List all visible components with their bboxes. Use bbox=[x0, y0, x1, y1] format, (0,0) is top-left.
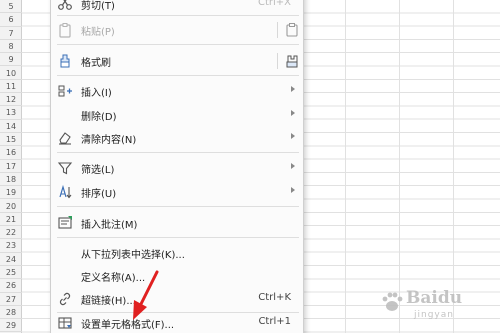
delete-label: 删除(D) bbox=[81, 112, 117, 123]
cut-label: 剪切(T) bbox=[81, 1, 115, 12]
row-number[interactable]: 28 bbox=[0, 306, 22, 320]
menu-split-divider bbox=[277, 53, 278, 69]
insert-comment-menu-item[interactable]: 插入批注(M) bbox=[51, 212, 303, 234]
row-number[interactable]: 22 bbox=[0, 226, 22, 240]
cut-shortcut: Ctrl+X bbox=[257, 0, 291, 8]
row-number[interactable]: 27 bbox=[0, 293, 22, 306]
row-number[interactable]: 7 bbox=[0, 27, 22, 40]
eraser-icon bbox=[59, 132, 71, 145]
insert-icon bbox=[58, 85, 72, 97]
paste-options-icon[interactable] bbox=[285, 22, 299, 38]
delete-menu-item[interactable]: 删除(D) bbox=[51, 104, 303, 126]
clear-contents-menu-item[interactable]: 清除内容(N) bbox=[51, 127, 303, 149]
row-number[interactable]: 19 bbox=[0, 186, 22, 200]
insert-label: 插入(I) bbox=[81, 88, 112, 99]
insert-comment-label: 插入批注(M) bbox=[81, 220, 138, 231]
format-painter-menu-item[interactable]: 格式刷 bbox=[51, 50, 303, 72]
row-number[interactable]: 11 bbox=[0, 80, 22, 94]
paste-menu-item[interactable]: 粘贴(P) bbox=[51, 19, 303, 41]
row-number[interactable]: 23 bbox=[0, 239, 22, 253]
row-number[interactable]: 5 bbox=[0, 0, 22, 14]
hyperlink-shortcut: Ctrl+K bbox=[258, 292, 291, 303]
row-number[interactable]: 9 bbox=[0, 53, 22, 67]
row-number[interactable]: 21 bbox=[0, 213, 22, 227]
paste-label: 粘贴(P) bbox=[81, 27, 115, 38]
menu-split-divider bbox=[277, 22, 278, 38]
baidu-watermark: Baidu jingyan bbox=[380, 288, 498, 330]
pick-from-list-menu-item[interactable]: 从下拉列表中选择(K)... bbox=[51, 242, 303, 264]
paw-logo-icon bbox=[382, 292, 403, 311]
submenu-arrow-icon bbox=[291, 86, 295, 92]
format-painter-label: 格式刷 bbox=[81, 58, 111, 69]
format-painter-icon bbox=[60, 54, 70, 68]
row-number[interactable]: 24 bbox=[0, 253, 22, 266]
define-name-label: 定义名称(A)... bbox=[81, 273, 146, 284]
hyperlink-menu-item[interactable]: 超链接(H)... Ctrl+K bbox=[51, 288, 303, 310]
filter-label: 筛选(L) bbox=[81, 165, 115, 176]
row-number[interactable]: 8 bbox=[0, 40, 22, 54]
menu-separator bbox=[57, 75, 299, 76]
format-cells-label: 设置单元格格式(F)... bbox=[81, 320, 175, 331]
filter-menu-item[interactable]: 筛选(L) bbox=[51, 157, 303, 179]
hyperlink-label: 超链接(H)... bbox=[81, 296, 136, 307]
link-icon bbox=[59, 292, 71, 306]
submenu-arrow-icon bbox=[291, 187, 295, 193]
scissors-icon bbox=[58, 0, 72, 10]
menu-separator bbox=[57, 15, 299, 16]
format-cells-menu-item[interactable]: 设置单元格格式(F)... Ctrl+1 bbox=[51, 312, 303, 333]
row-number[interactable]: 26 bbox=[0, 279, 22, 293]
format-brush-icon[interactable] bbox=[285, 53, 299, 69]
menu-separator bbox=[57, 206, 299, 207]
paste-icon bbox=[59, 23, 71, 38]
row-headers: 5 6 7 8 9 10 11 12 13 14 15 16 17 18 19 … bbox=[0, 0, 22, 333]
context-menu: 剪切(T) Ctrl+X 粘贴(P) 格式刷 插入(I) 删除(D) 清除内容(… bbox=[50, 0, 304, 333]
submenu-arrow-icon bbox=[291, 110, 295, 116]
pick-from-list-label: 从下拉列表中选择(K)... bbox=[81, 250, 185, 261]
filter-icon bbox=[57, 162, 73, 175]
row-number[interactable]: 17 bbox=[0, 160, 22, 173]
format-cells-shortcut: Ctrl+1 bbox=[258, 316, 291, 327]
sort-icon bbox=[59, 184, 72, 199]
watermark-brand: Baidu bbox=[406, 288, 463, 308]
menu-separator bbox=[57, 44, 299, 45]
row-number[interactable]: 16 bbox=[0, 146, 22, 160]
menu-separator bbox=[57, 237, 299, 238]
row-number[interactable]: 13 bbox=[0, 106, 22, 120]
row-number[interactable]: 10 bbox=[0, 67, 22, 80]
row-number[interactable]: 25 bbox=[0, 266, 22, 280]
row-number[interactable]: 20 bbox=[0, 200, 22, 213]
define-name-menu-item[interactable]: 定义名称(A)... bbox=[51, 265, 303, 287]
comment-icon bbox=[58, 216, 72, 229]
row-number[interactable]: 6 bbox=[0, 13, 22, 27]
row-number[interactable]: 12 bbox=[0, 93, 22, 107]
sort-label: 排序(U) bbox=[81, 189, 117, 200]
sort-menu-item[interactable]: 排序(U) bbox=[51, 181, 303, 203]
format-cells-icon bbox=[58, 317, 72, 329]
submenu-arrow-icon bbox=[291, 163, 295, 169]
insert-menu-item[interactable]: 插入(I) bbox=[51, 80, 303, 102]
menu-separator bbox=[57, 152, 299, 153]
row-number[interactable]: 15 bbox=[0, 133, 22, 147]
row-number[interactable]: 18 bbox=[0, 173, 22, 187]
row-number[interactable]: 14 bbox=[0, 120, 22, 133]
row-number[interactable]: 29 bbox=[0, 319, 22, 333]
clear-contents-label: 清除内容(N) bbox=[81, 135, 137, 146]
watermark-sub: jingyan bbox=[414, 310, 454, 320]
submenu-arrow-icon bbox=[291, 133, 295, 139]
cut-menu-item[interactable]: 剪切(T) Ctrl+X bbox=[51, 0, 303, 15]
